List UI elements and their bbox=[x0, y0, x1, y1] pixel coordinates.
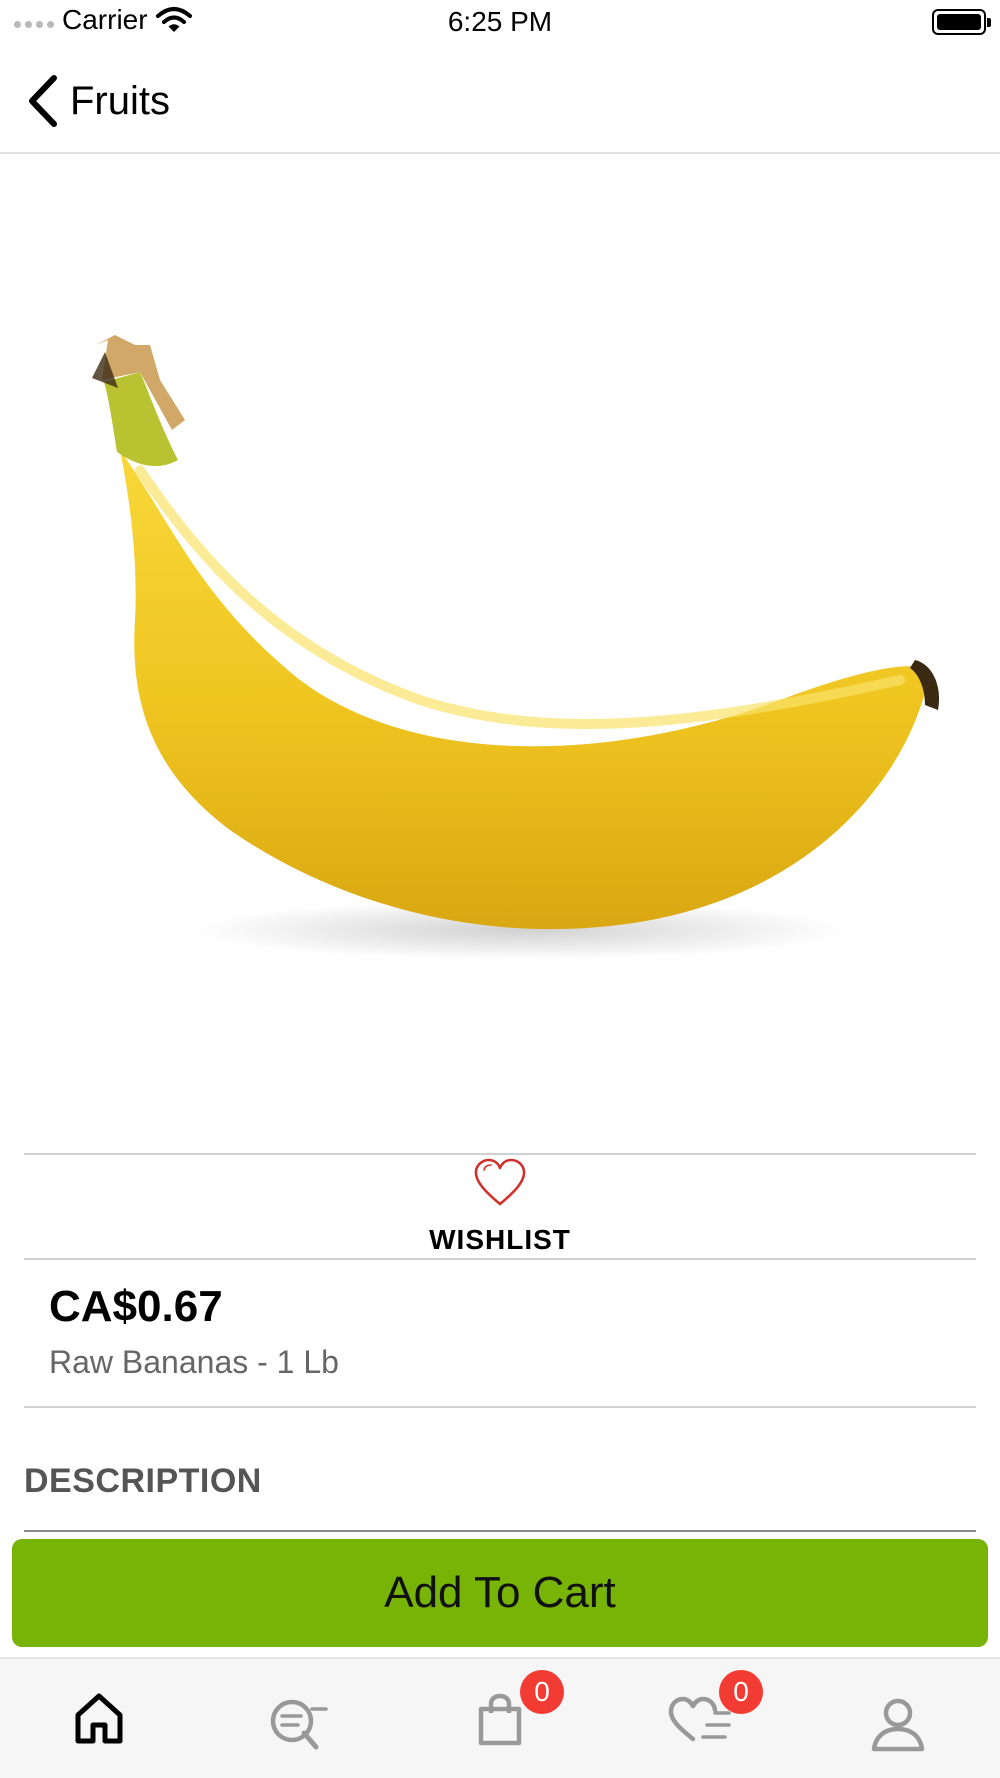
back-button[interactable]: Fruits bbox=[24, 74, 170, 128]
shopping-bag-icon bbox=[478, 1693, 522, 1746]
home-icon bbox=[75, 1693, 123, 1744]
tab-cart[interactable]: 0 bbox=[445, 1659, 564, 1778]
tab-search[interactable] bbox=[243, 1659, 353, 1778]
status-bar: Carrier 6:25 PM bbox=[0, 0, 1000, 50]
nav-title: Fruits bbox=[70, 78, 170, 123]
divider bbox=[24, 1258, 976, 1260]
wishlist-button[interactable]: WISHLIST bbox=[24, 1156, 976, 1258]
battery-icon bbox=[932, 9, 991, 35]
user-icon bbox=[871, 1698, 925, 1752]
divider bbox=[24, 1530, 976, 1532]
heart-outline-icon bbox=[474, 1158, 526, 1206]
tab-home[interactable] bbox=[44, 1659, 154, 1778]
add-to-cart-button[interactable]: Add To Cart bbox=[12, 1539, 988, 1647]
tab-wishlist[interactable]: 0 bbox=[645, 1659, 763, 1778]
status-time: 6:25 PM bbox=[447, 6, 553, 37]
navigation-bar: Fruits bbox=[0, 50, 1000, 154]
tab-bar: 0 0 bbox=[0, 1657, 1000, 1778]
banana-image bbox=[92, 335, 940, 960]
divider bbox=[24, 1406, 976, 1408]
product-name: Raw Bananas - 1 Lb bbox=[49, 1344, 339, 1380]
wishlist-label: WISHLIST bbox=[429, 1224, 571, 1255]
cart-badge: 0 bbox=[520, 1670, 564, 1714]
wishlist-badge: 0 bbox=[719, 1670, 763, 1714]
divider bbox=[24, 1153, 976, 1155]
chevron-left-icon bbox=[29, 75, 57, 127]
search-icon bbox=[270, 1699, 328, 1750]
product-image bbox=[0, 156, 1000, 1152]
description-heading: DESCRIPTION bbox=[24, 1462, 262, 1500]
tab-profile[interactable] bbox=[843, 1659, 953, 1778]
product-price: CA$0.67 bbox=[49, 1282, 223, 1331]
